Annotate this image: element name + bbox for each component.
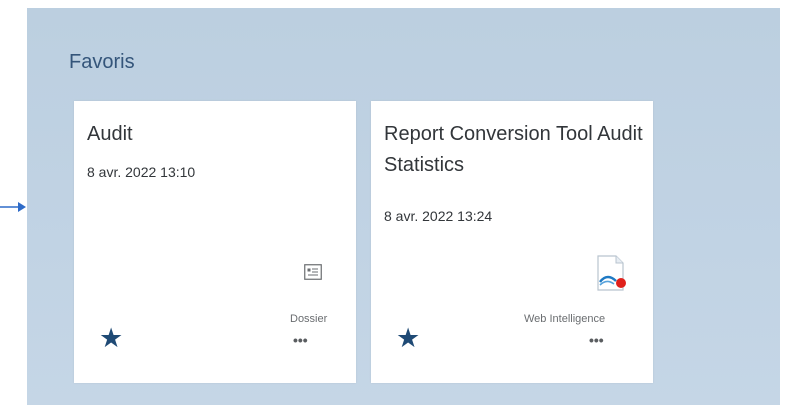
favorite-star-icon[interactable]: ★ [396,325,420,352]
type-label: Web Intelligence [524,313,606,325]
tile-title: Audit [87,123,133,145]
tile-date: 8 avr. 2022 13:10 [87,164,196,180]
pointer-arrow-icon [0,202,26,212]
favorite-star-icon[interactable]: ★ [99,325,123,352]
section-title: Favoris [69,51,135,73]
favorites-panel: Favoris Audit 8 avr. 2022 13:10 Dossier … [27,8,780,405]
web-intelligence-document-icon [597,255,626,291]
type-label: Dossier [290,313,328,325]
tile-date: 8 avr. 2022 13:24 [384,208,493,224]
folder-card-icon [304,264,322,280]
tile-title: Report Conversion Tool Audit Statistics [384,123,643,176]
more-options-button[interactable]: ••• [589,333,604,347]
favorite-tile-audit[interactable]: Audit 8 avr. 2022 13:10 Dossier ★ ••• [74,101,356,383]
favorite-tile-report-conversion[interactable]: Report Conversion Tool Audit Statistics … [371,101,653,383]
more-options-button[interactable]: ••• [293,333,308,347]
